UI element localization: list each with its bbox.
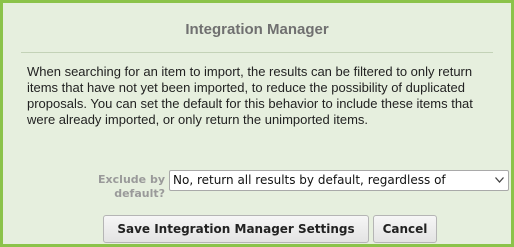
chevron-down-icon — [495, 177, 504, 183]
exclude-by-default-label: Exclude by default? — [98, 173, 165, 200]
integration-manager-panel: Integration Manager When searching for a… — [0, 0, 514, 247]
save-settings-button[interactable]: Save Integration Manager Settings — [103, 215, 369, 243]
panel-title: Integration Manager — [185, 21, 329, 38]
exclude-select-value: No, return all results by default, regar… — [173, 173, 446, 187]
cancel-button[interactable]: Cancel — [373, 215, 437, 243]
panel-description: When searching for an item to import, th… — [27, 64, 473, 127]
title-divider — [21, 52, 493, 53]
exclude-by-default-select[interactable]: No, return all results by default, regar… — [169, 170, 509, 191]
